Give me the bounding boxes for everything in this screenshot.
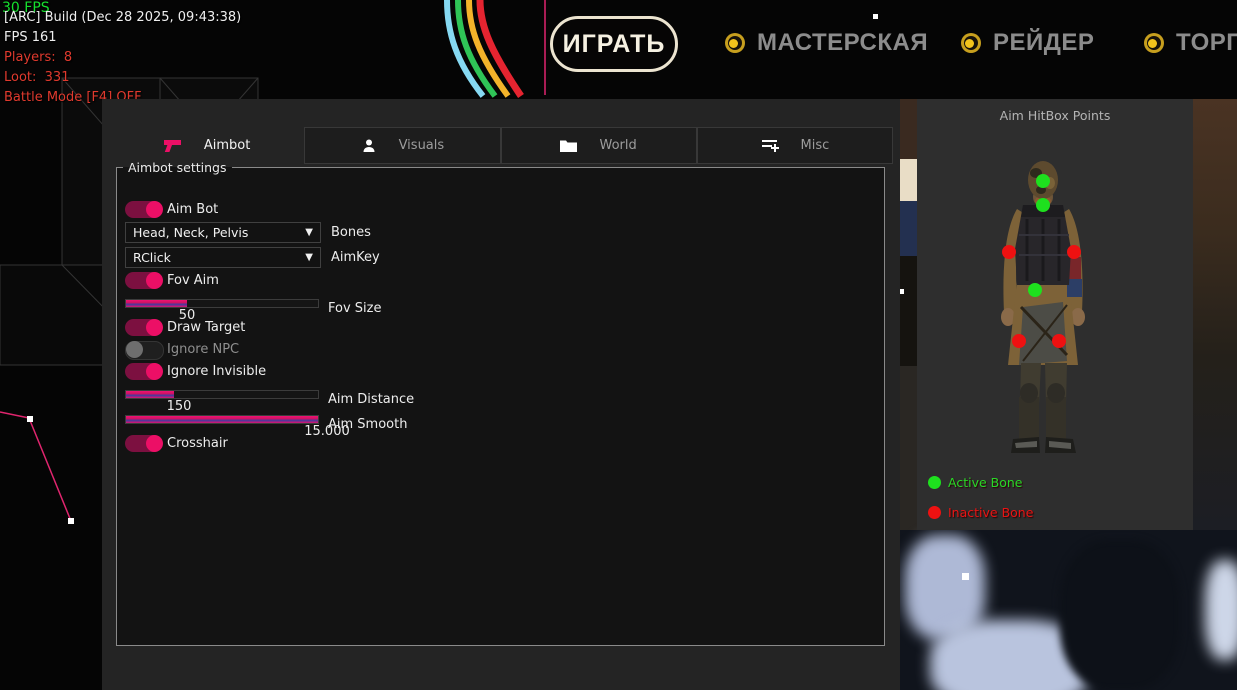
loot-count-label: Loot: 331	[4, 70, 69, 85]
play-button-label: ИГРАТЬ	[563, 30, 666, 59]
slider-fill	[126, 300, 187, 307]
players-count-label: Players: 8	[4, 50, 72, 65]
game-screen: 30 FPS [ARC] Build (Dec 28 2025, 09:43:3…	[0, 0, 1237, 690]
inactive-bone-point[interactable]	[1002, 245, 1016, 259]
scene-blob	[1205, 560, 1237, 660]
tab-world[interactable]: World	[501, 127, 697, 164]
aimbot-settings-title: Aimbot settings	[123, 160, 232, 175]
bones-label: Bones	[331, 225, 371, 240]
esp-node	[68, 518, 74, 524]
hitbox-points	[917, 99, 1193, 530]
active-bone-point[interactable]	[1036, 174, 1050, 188]
inactive-bone-dot-icon	[928, 506, 941, 519]
coin-icon	[961, 33, 981, 53]
scene-sliver	[900, 201, 917, 256]
fps-label: FPS 161	[4, 30, 57, 45]
aimbot-settings-group: Aimbot settings Aim Bot Head, Neck, Pelv…	[116, 160, 885, 646]
toggle-knob	[146, 363, 163, 380]
menu-item-label: РЕЙДЕР	[993, 29, 1094, 57]
tab-aimbot[interactable]: Aimbot	[110, 127, 304, 164]
esp-node	[27, 416, 33, 422]
aimkey-dropdown-value: RClick	[133, 250, 305, 265]
inactive-bone-point[interactable]	[1052, 334, 1066, 348]
chevron-down-icon: ▼	[305, 252, 313, 263]
draw-target-label: Draw Target	[167, 320, 245, 335]
inactive-bone-point[interactable]	[1067, 245, 1081, 259]
scene-sliver	[900, 99, 917, 159]
coin-icon	[1144, 33, 1164, 53]
coin-icon	[725, 33, 745, 53]
tab-misc[interactable]: Misc	[697, 127, 893, 164]
aimkey-label: AimKey	[331, 250, 380, 265]
legend-inactive-bone: Inactive Bone	[928, 505, 1033, 520]
toggle-knob	[126, 341, 143, 358]
crosshair-toggle[interactable]	[125, 435, 162, 452]
esp-node	[962, 573, 969, 580]
tab-visuals[interactable]: Visuals	[304, 127, 500, 164]
legend-label: Active Bone	[948, 475, 1022, 490]
tab-label: Aimbot	[204, 138, 250, 153]
scene-sliver	[900, 256, 917, 366]
build-label: [ARC] Build (Dec 28 2025, 09:43:38)	[4, 10, 241, 25]
inactive-bone-point[interactable]	[1012, 334, 1026, 348]
ignore-npc-toggle[interactable]	[125, 341, 164, 360]
active-bone-point[interactable]	[1028, 283, 1042, 297]
playlist-add-icon	[761, 138, 779, 153]
toggle-knob	[146, 201, 163, 218]
aim-bot-toggle[interactable]	[125, 201, 162, 218]
ignore-invisible-label: Ignore Invisible	[167, 364, 266, 379]
slider-fill	[126, 416, 318, 423]
menu-item-label: МАСТЕРСКАЯ	[757, 29, 928, 57]
aimkey-dropdown[interactable]: RClick ▼	[125, 247, 321, 268]
aim-smooth-value: 15.000	[304, 424, 350, 439]
ignore-invisible-toggle[interactable]	[125, 363, 162, 380]
active-bone-point[interactable]	[1036, 198, 1050, 212]
ignore-npc-label: Ignore NPC	[167, 342, 239, 357]
bones-dropdown[interactable]: Head, Neck, Pelvis ▼	[125, 222, 321, 243]
person-icon	[361, 138, 377, 154]
scene-sliver	[900, 366, 917, 530]
toggle-knob	[146, 272, 163, 289]
tab-label: World	[599, 138, 636, 153]
hitbox-panel: Aim HitBox Points	[917, 99, 1193, 530]
rainbow-stripes	[447, 0, 521, 96]
folder-icon	[560, 139, 577, 153]
draw-target-toggle[interactable]	[125, 319, 162, 336]
chevron-down-icon: ▼	[305, 227, 313, 238]
fov-aim-toggle[interactable]	[125, 272, 162, 289]
aim-smooth-slider[interactable]	[125, 415, 319, 424]
active-bone-dot-icon	[928, 476, 941, 489]
cheat-menu-panel: Aimbot Visuals World	[102, 99, 900, 690]
aim-distance-slider[interactable]	[125, 390, 319, 399]
menu-item-workshop[interactable]: МАСТЕРСКАЯ	[725, 29, 928, 57]
pistol-icon	[164, 138, 182, 153]
aim-distance-value: 150	[167, 399, 192, 414]
bones-dropdown-value: Head, Neck, Pelvis	[133, 225, 305, 240]
fov-size-slider[interactable]	[125, 299, 319, 308]
menu-item-trader[interactable]: ТОРГО	[1144, 29, 1237, 57]
toggle-knob	[146, 435, 163, 452]
tab-label: Misc	[801, 138, 830, 153]
tab-label: Visuals	[399, 138, 445, 153]
scene-rock-texture	[1193, 99, 1237, 530]
menu-item-raider[interactable]: РЕЙДЕР	[961, 29, 1094, 57]
scene-sliver	[900, 159, 917, 201]
scene-blob	[1060, 540, 1180, 690]
crosshair-label: Crosshair	[167, 436, 228, 451]
aim-distance-label: Aim Distance	[328, 392, 414, 407]
legend-label: Inactive Bone	[948, 505, 1033, 520]
fov-aim-label: Fov Aim	[167, 273, 219, 288]
toggle-knob	[146, 319, 163, 336]
slider-fill	[126, 391, 174, 398]
tab-bar: Aimbot Visuals World	[110, 127, 893, 164]
legend-active-bone: Active Bone	[928, 475, 1022, 490]
play-button[interactable]: ИГРАТЬ	[550, 16, 678, 72]
esp-node	[873, 14, 878, 19]
fov-size-label: Fov Size	[328, 301, 381, 316]
aim-bot-label: Aim Bot	[167, 202, 218, 217]
menu-item-label: ТОРГО	[1176, 29, 1237, 57]
